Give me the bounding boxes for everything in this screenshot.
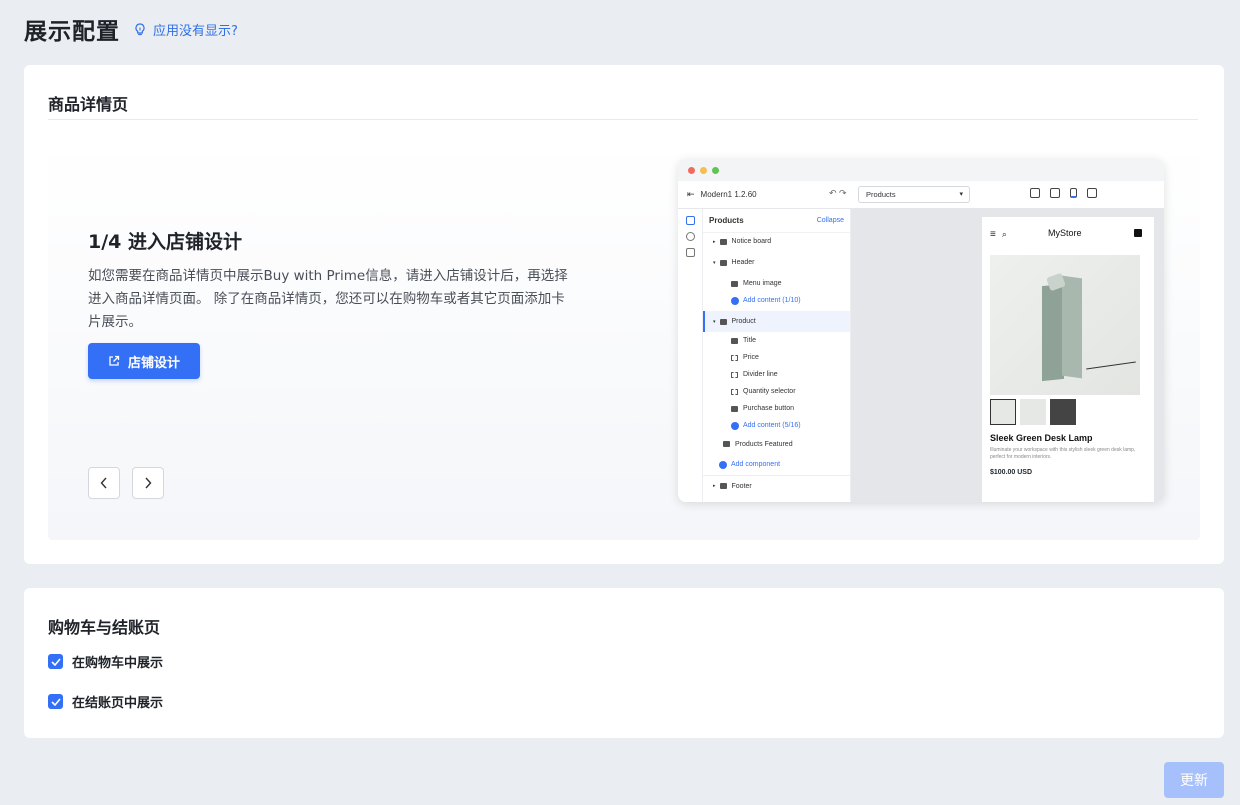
- tree-item: ▸ Footer: [713, 482, 752, 490]
- step-title: 1/4 进入店铺设计: [88, 231, 242, 253]
- mobile-preview: ≡ ⌕ MyStore Sleek Green Desk Lamp Illumi…: [982, 217, 1154, 502]
- tree-item: ▾ Header: [713, 259, 755, 266]
- update-button[interactable]: 更新: [1164, 762, 1224, 798]
- cart-checkout-card: 购物车与结账页 在购物车中展示 在结账页中展示: [24, 588, 1224, 738]
- page-header: 展示配置 应用没有显示?: [24, 12, 238, 46]
- tree-item: Price: [703, 349, 850, 366]
- help-link-label: 应用没有显示?: [153, 23, 238, 39]
- shopping-bag-icon: [1134, 229, 1142, 237]
- preview-toolbar: ⇤ Modern1 1.2.60 ↶ ↷ Products: [678, 181, 1164, 209]
- component-tree-header: Products Collapse: [703, 209, 850, 233]
- chevron-right-icon: [145, 477, 152, 489]
- undo-redo-icon: ↶ ↷: [829, 188, 847, 198]
- thumbnail: [1020, 399, 1046, 425]
- desktop-icon: [1030, 188, 1040, 198]
- component-tree-title: Products: [709, 216, 744, 225]
- page-select: Products: [858, 186, 970, 203]
- component-tree: Products Collapse ▸ Notice board ▾ Header …: [703, 209, 851, 502]
- section-divider: [48, 119, 1198, 120]
- fullscreen-icon: [1087, 188, 1097, 198]
- chevron-left-icon: [100, 477, 107, 489]
- cart-section-title: 购物车与结账页: [48, 618, 161, 637]
- next-step-button[interactable]: [132, 467, 164, 499]
- tree-item: ▾ Product: [703, 311, 850, 332]
- apps-icon: [686, 248, 695, 257]
- preview-window-bar: [678, 159, 1164, 181]
- preview-canvas: ≡ ⌕ MyStore Sleek Green Desk Lamp Illumi…: [851, 209, 1164, 502]
- palette-icon: [686, 232, 695, 241]
- previous-step-button[interactable]: [88, 467, 120, 499]
- window-close-dot: [688, 166, 695, 174]
- tree-item: Add content (5/16): [703, 417, 850, 434]
- store-design-preview: ⇤ Modern1 1.2.60 ↶ ↷ Products Products: [678, 159, 1164, 502]
- tree-item: Add content (1/10): [703, 292, 850, 309]
- show-in-cart-option[interactable]: 在购物车中展示: [48, 652, 163, 671]
- product-name: Sleek Green Desk Lamp: [990, 433, 1093, 443]
- menu-icon: ≡: [990, 228, 996, 240]
- show-in-cart-checkbox[interactable]: [48, 654, 63, 669]
- product-image: [990, 255, 1140, 395]
- mobile-icon: [1070, 188, 1077, 198]
- window-minimize-dot: [700, 166, 707, 174]
- step-description: 如您需要在商品详情页中展示Buy with Prime信息，请进入店铺设计后，再…: [88, 268, 568, 330]
- store-design-label: 店铺设计: [127, 355, 180, 371]
- tree-item: Products Featured: [703, 434, 850, 454]
- show-in-cart-label: 在购物车中展示: [72, 656, 164, 671]
- product-thumbnails: [990, 399, 1154, 425]
- setup-guide-panel: 1/4 进入店铺设计 如您需要在商品详情页中展示Buy with Prime信息…: [48, 141, 1200, 540]
- thumbnail: [990, 399, 1016, 425]
- product-description: Illuminate your workspace with this styl…: [990, 447, 1136, 460]
- window-maximize-dot: [712, 166, 719, 174]
- tree-item: ▸ Notice board: [713, 238, 772, 245]
- preview-sidebar-icons: [678, 209, 703, 502]
- help-link[interactable]: 应用没有显示?: [134, 20, 238, 39]
- search-icon: ⌕: [1001, 228, 1007, 239]
- show-in-checkout-option[interactable]: 在结账页中展示: [48, 692, 163, 711]
- tree-item: Purchase button: [703, 400, 850, 417]
- tree-item: Title: [703, 332, 850, 349]
- tree-item: Menu image: [703, 275, 850, 292]
- product-price: $100.00 USD: [990, 469, 1033, 476]
- app-version: Modern1 1.2.60: [700, 190, 757, 199]
- layout-icon: [686, 216, 695, 225]
- tree-item: Add component: [703, 454, 850, 476]
- lightbulb-icon: [135, 22, 145, 35]
- store-name: MyStore: [1048, 228, 1082, 238]
- show-in-checkout-checkbox[interactable]: [48, 694, 63, 709]
- exit-icon: ⇤: [687, 189, 695, 199]
- show-in-checkout-label: 在结账页中展示: [72, 696, 164, 711]
- external-link-icon: [109, 355, 120, 366]
- tree-item: Divider line: [703, 366, 850, 383]
- tree-item: Quantity selector: [703, 383, 850, 400]
- store-design-button[interactable]: 店铺设计: [88, 343, 200, 379]
- page-title: 展示配置: [24, 19, 120, 45]
- product-section-title: 商品详情页: [48, 95, 129, 114]
- thumbnail: [1050, 399, 1076, 425]
- check-icon: [50, 697, 61, 706]
- store-header: ≡ ⌕ MyStore: [982, 217, 1154, 251]
- check-icon: [50, 657, 61, 666]
- collapse-link: Collapse: [816, 217, 844, 224]
- device-switcher: [1030, 188, 1097, 198]
- product-detail-card: 商品详情页 1/4 进入店铺设计 如您需要在商品详情页中展示Buy with P…: [24, 65, 1224, 564]
- tablet-icon: [1050, 188, 1060, 198]
